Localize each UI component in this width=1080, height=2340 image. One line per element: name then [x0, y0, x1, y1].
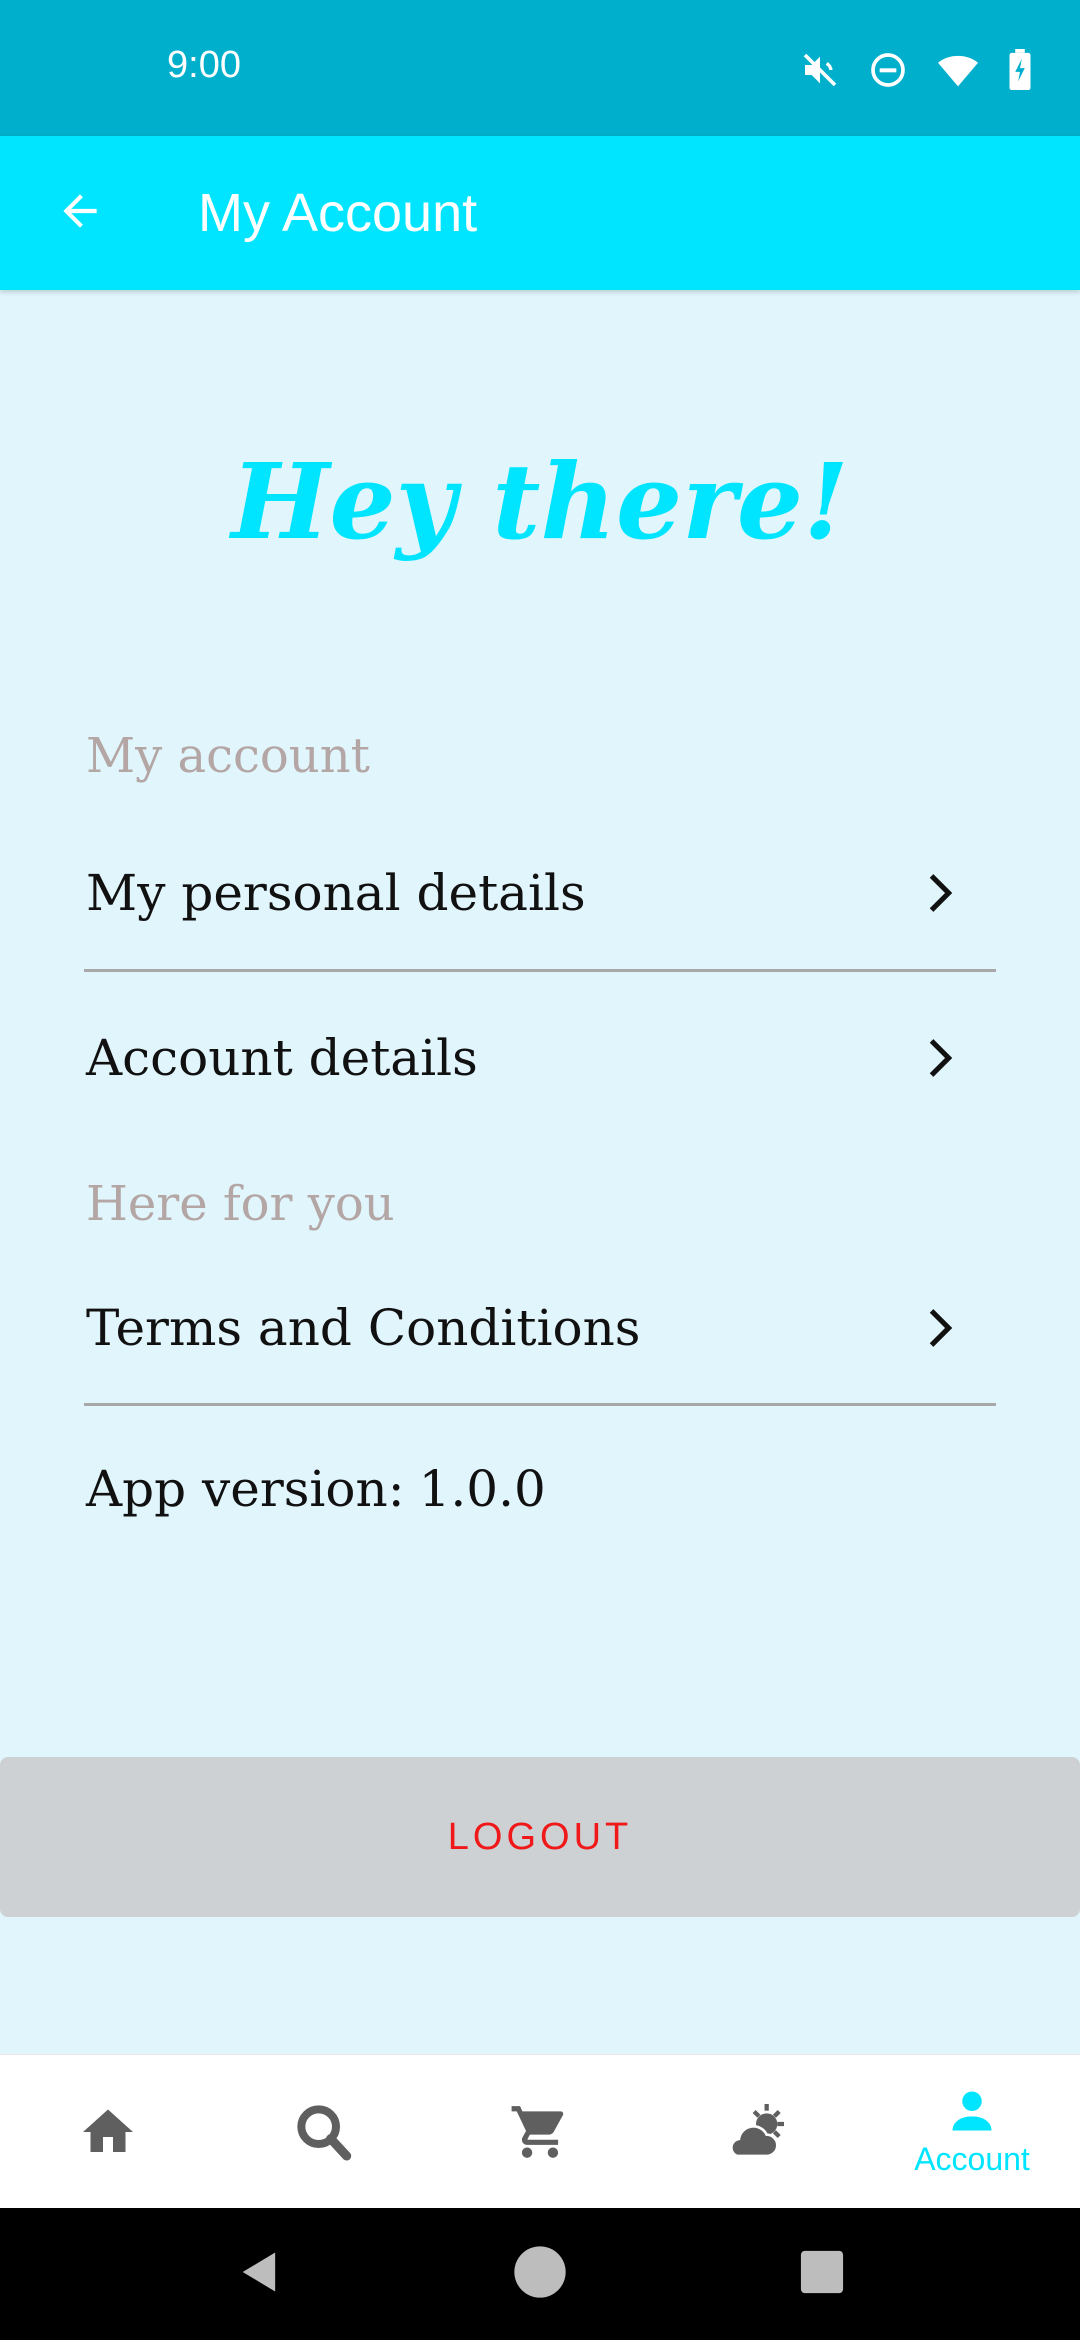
section-header-my-account: My account — [86, 728, 370, 784]
back-button[interactable] — [40, 173, 120, 253]
circle-home-icon — [512, 2244, 568, 2305]
greeting-heading: Hey there! — [231, 440, 849, 563]
page-title: My Account — [198, 183, 478, 243]
search-icon — [292, 2100, 356, 2164]
app-version: App version: 1.0.0 — [86, 1460, 546, 1518]
my-personal-details-row[interactable]: My personal details — [84, 828, 996, 958]
app-version-value: 1.0.0 — [418, 1460, 546, 1518]
status-icons — [800, 46, 1032, 94]
mute-icon — [800, 50, 840, 90]
system-recents-button[interactable] — [792, 2244, 852, 2304]
nav-search[interactable] — [216, 2055, 432, 2208]
bottom-navigation: Account — [0, 2054, 1080, 2208]
section-header-here-for-you: Here for you — [86, 1176, 395, 1232]
nav-cart[interactable] — [432, 2055, 648, 2208]
arrow-back-icon — [55, 186, 105, 241]
account-icon — [946, 2085, 998, 2137]
logout-button[interactable]: LOGOUT — [0, 1757, 1080, 1917]
row-label: Account details — [86, 1029, 478, 1087]
row-label: My personal details — [86, 864, 586, 922]
nav-account-label: Account — [914, 2141, 1030, 2177]
divider — [84, 1403, 996, 1406]
app-version-label: App version: — [86, 1460, 405, 1518]
battery-charging-icon — [1008, 49, 1032, 91]
system-navigation-bar — [0, 2208, 1080, 2340]
wifi-icon — [936, 50, 980, 90]
app-bar: My Account — [0, 136, 1080, 290]
cart-icon — [509, 2101, 571, 2163]
status-bar: 9:00 — [0, 0, 1080, 136]
nav-weather[interactable] — [648, 2055, 864, 2208]
do-not-disturb-icon — [868, 50, 908, 90]
nav-account[interactable]: Account — [864, 2055, 1080, 2208]
weather-icon — [721, 2100, 791, 2164]
terms-and-conditions-row[interactable]: Terms and Conditions — [84, 1263, 996, 1393]
nav-home[interactable] — [0, 2055, 216, 2208]
divider — [84, 969, 996, 972]
logout-label: LOGOUT — [447, 1815, 633, 1858]
system-back-button[interactable] — [230, 2244, 290, 2304]
square-recents-icon — [799, 2249, 845, 2300]
account-details-row[interactable]: Account details — [84, 993, 996, 1123]
row-label: Terms and Conditions — [86, 1299, 641, 1357]
chevron-right-icon — [914, 1301, 968, 1355]
system-home-button[interactable] — [510, 2244, 570, 2304]
status-time: 9:00 — [167, 44, 241, 86]
chevron-right-icon — [914, 1031, 968, 1085]
home-icon — [78, 2102, 138, 2162]
triangle-back-icon — [234, 2246, 286, 2303]
chevron-right-icon — [914, 866, 968, 920]
